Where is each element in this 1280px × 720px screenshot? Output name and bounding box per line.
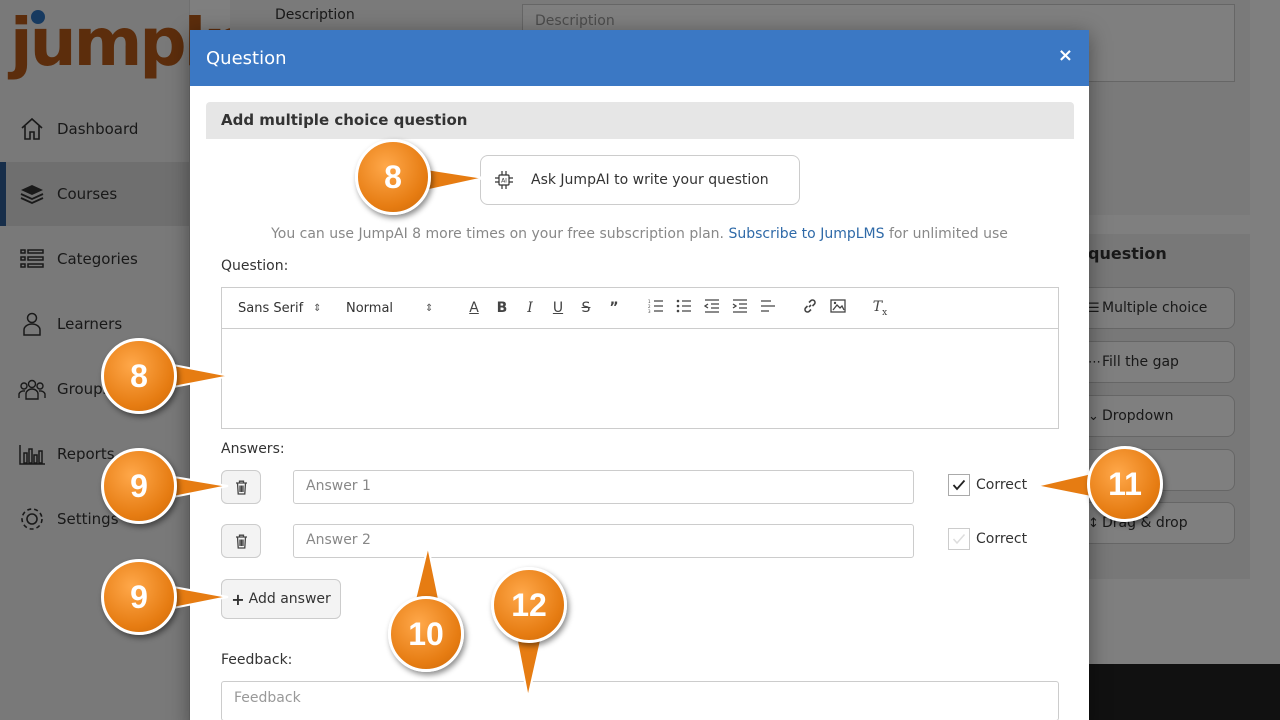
close-icon[interactable]: × [1058,45,1073,66]
image-icon[interactable] [824,299,852,317]
add-answer-button[interactable]: + Add answer [221,579,341,619]
ask-jumpai-label: Ask JumpAI to write your question [531,172,769,188]
question-label: Question: [221,258,289,274]
question-editor: Sans Serif ⇕ Normal ⇕ A B I U S ” 123 Tx [221,287,1059,429]
indent-icon[interactable] [726,299,754,317]
text-color-icon[interactable]: A [460,300,488,316]
feedback-input[interactable]: Feedback [221,681,1059,720]
plus-icon: + [231,589,245,609]
answer-1-input[interactable]: Answer 1 [293,470,914,504]
callout-number: 11 [1087,446,1163,522]
outdent-icon[interactable] [698,299,726,317]
callout-number: 9 [101,559,177,635]
delete-answer-button[interactable] [221,524,261,558]
feedback-label: Feedback: [221,652,293,668]
checkbox-unchecked[interactable] [948,528,970,550]
callout-number: 9 [101,448,177,524]
callout-number: 10 [388,596,464,672]
correct-label: Correct [976,477,1028,493]
size-select-value: Normal [346,300,394,316]
clear-format-icon[interactable]: Tx [866,299,894,318]
updown-icon: ⇕ [313,302,322,314]
link-icon[interactable] [796,298,824,318]
jumpai-quota-text: You can use JumpAI 8 more times on your … [190,226,1089,242]
question-text-area[interactable] [222,329,1058,428]
check-icon [952,479,966,491]
check-icon [952,534,966,545]
checkbox-checked[interactable] [948,474,970,496]
question-modal: Question × Add multiple choice question … [190,30,1089,720]
callout-pointer [514,635,544,699]
correct-checkbox-1[interactable]: Correct [948,474,1027,496]
size-select[interactable]: Normal ⇕ [346,301,446,316]
updown-icon: ⇕ [425,302,434,314]
answer-2-input[interactable]: Answer 2 [293,524,914,558]
quota-message: You can use JumpAI 8 more times on your … [271,226,724,242]
correct-checkbox-2[interactable]: Correct [948,528,1027,550]
editor-toolbar: Sans Serif ⇕ Normal ⇕ A B I U S ” 123 Tx [222,288,1058,329]
trash-icon [235,534,247,549]
font-select[interactable]: Sans Serif ⇕ [238,301,332,316]
svg-text:AI: AI [501,178,507,185]
correct-label: Correct [976,531,1028,547]
font-select-value: Sans Serif [238,300,304,316]
italic-icon[interactable]: I [516,300,544,316]
callout-number: 8 [355,139,431,215]
strike-icon[interactable]: S [572,300,600,316]
subscribe-link[interactable]: Subscribe to JumpLMS [728,226,884,242]
modal-header: Question × [190,30,1089,86]
trash-icon [235,480,247,495]
callout-number: 12 [491,567,567,643]
underline-icon[interactable]: U [544,300,572,316]
callout-number: 8 [101,338,177,414]
ai-chip-icon: AI [495,171,513,189]
answers-label: Answers: [221,441,285,457]
add-answer-label: Add answer [248,591,331,607]
modal-title: Question [206,47,287,69]
bold-icon[interactable]: B [488,300,516,316]
quote-icon[interactable]: ” [600,300,628,316]
quota-suffix: for unlimited use [888,226,1008,242]
ask-jumpai-button[interactable]: AI Ask JumpAI to write your question [480,155,800,205]
section-title: Add multiple choice question [206,102,1074,139]
bullet-list-icon[interactable] [670,299,698,317]
ordered-list-icon[interactable]: 123 [642,299,670,317]
align-icon[interactable] [754,299,782,317]
svg-text:3: 3 [648,309,651,313]
